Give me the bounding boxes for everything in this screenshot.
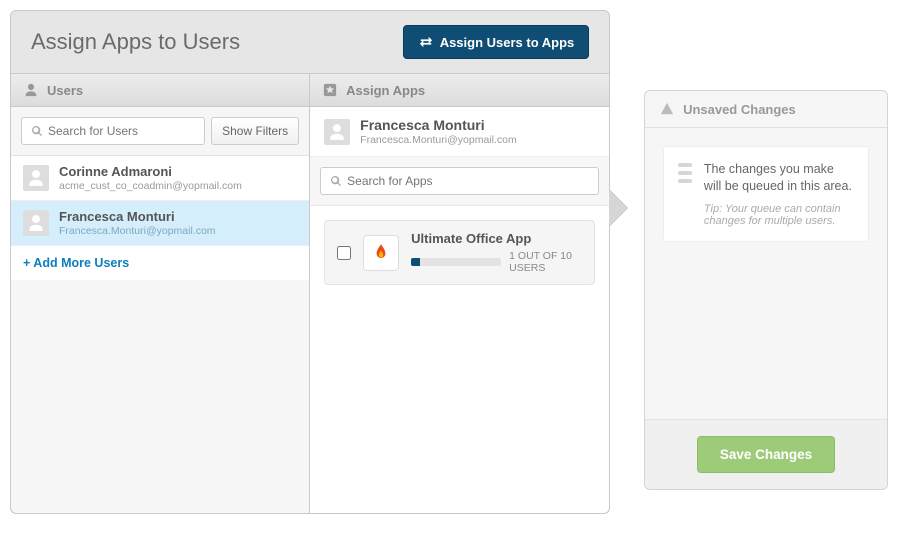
user-icon	[23, 82, 39, 98]
search-icon	[29, 123, 45, 139]
side-title: Unsaved Changes	[683, 102, 796, 117]
users-column: Users Show Filters	[11, 74, 310, 513]
star-icon	[322, 82, 338, 98]
avatar	[324, 119, 350, 145]
search-icon	[328, 173, 344, 189]
user-name: Corinne Admaroni	[59, 164, 242, 180]
selected-user-name: Francesca Monturi	[360, 117, 517, 134]
user-email: acme_cust_co_coadmin@yopmail.com	[59, 180, 242, 193]
assign-apps-panel: Assign Apps to Users Assign Users to App…	[10, 10, 610, 514]
users-column-title: Users	[47, 83, 83, 98]
save-changes-button[interactable]: Save Changes	[697, 436, 835, 473]
user-email: Francesca.Monturi@yopmail.com	[59, 225, 216, 238]
app-select-checkbox[interactable]	[337, 246, 351, 260]
side-header: Unsaved Changes	[645, 91, 887, 128]
queue-card: The changes you make will be queued in t…	[663, 146, 869, 242]
queue-icon	[678, 163, 692, 183]
swap-icon	[418, 34, 434, 50]
apps-column-header: Assign Apps	[310, 74, 609, 107]
switch-mode-button[interactable]: Assign Users to Apps	[403, 25, 590, 59]
apps-column: Assign Apps Francesca Monturi Francesca.…	[310, 74, 609, 513]
users-column-header: Users	[11, 74, 309, 107]
avatar	[23, 210, 49, 236]
user-name: Francesca Monturi	[59, 209, 216, 225]
avatar	[23, 165, 49, 191]
usage-meter	[411, 258, 501, 266]
warning-icon	[659, 101, 675, 117]
main-header: Assign Apps to Users Assign Users to App…	[11, 11, 609, 73]
add-more-users-link[interactable]: + Add More Users	[11, 246, 309, 280]
app-row: Ultimate Office App 1 OUT OF 10 USERS	[324, 220, 595, 285]
user-row[interactable]: Corinne Admaroni acme_cust_co_coadmin@yo…	[11, 156, 309, 201]
unsaved-changes-panel: Unsaved Changes The changes you make wil…	[644, 90, 888, 490]
queue-tip: Tip: Your queue can contain changes for …	[704, 203, 854, 227]
show-filters-button[interactable]: Show Filters	[211, 117, 299, 145]
search-users-input[interactable]	[21, 117, 205, 145]
queue-message: The changes you make will be queued in t…	[704, 161, 854, 195]
apps-column-title: Assign Apps	[346, 83, 425, 98]
app-name: Ultimate Office App	[411, 231, 582, 246]
user-row[interactable]: Francesca Monturi Francesca.Monturi@yopm…	[11, 201, 309, 246]
app-icon	[363, 235, 399, 271]
selected-user-bar: Francesca Monturi Francesca.Monturi@yopm…	[310, 107, 609, 157]
usage-label: 1 OUT OF 10 USERS	[509, 250, 582, 274]
arrow-icon	[609, 190, 627, 226]
search-apps-input[interactable]	[320, 167, 599, 195]
page-title: Assign Apps to Users	[31, 29, 240, 55]
switch-mode-label: Assign Users to Apps	[440, 35, 575, 50]
selected-user-email: Francesca.Monturi@yopmail.com	[360, 134, 517, 147]
